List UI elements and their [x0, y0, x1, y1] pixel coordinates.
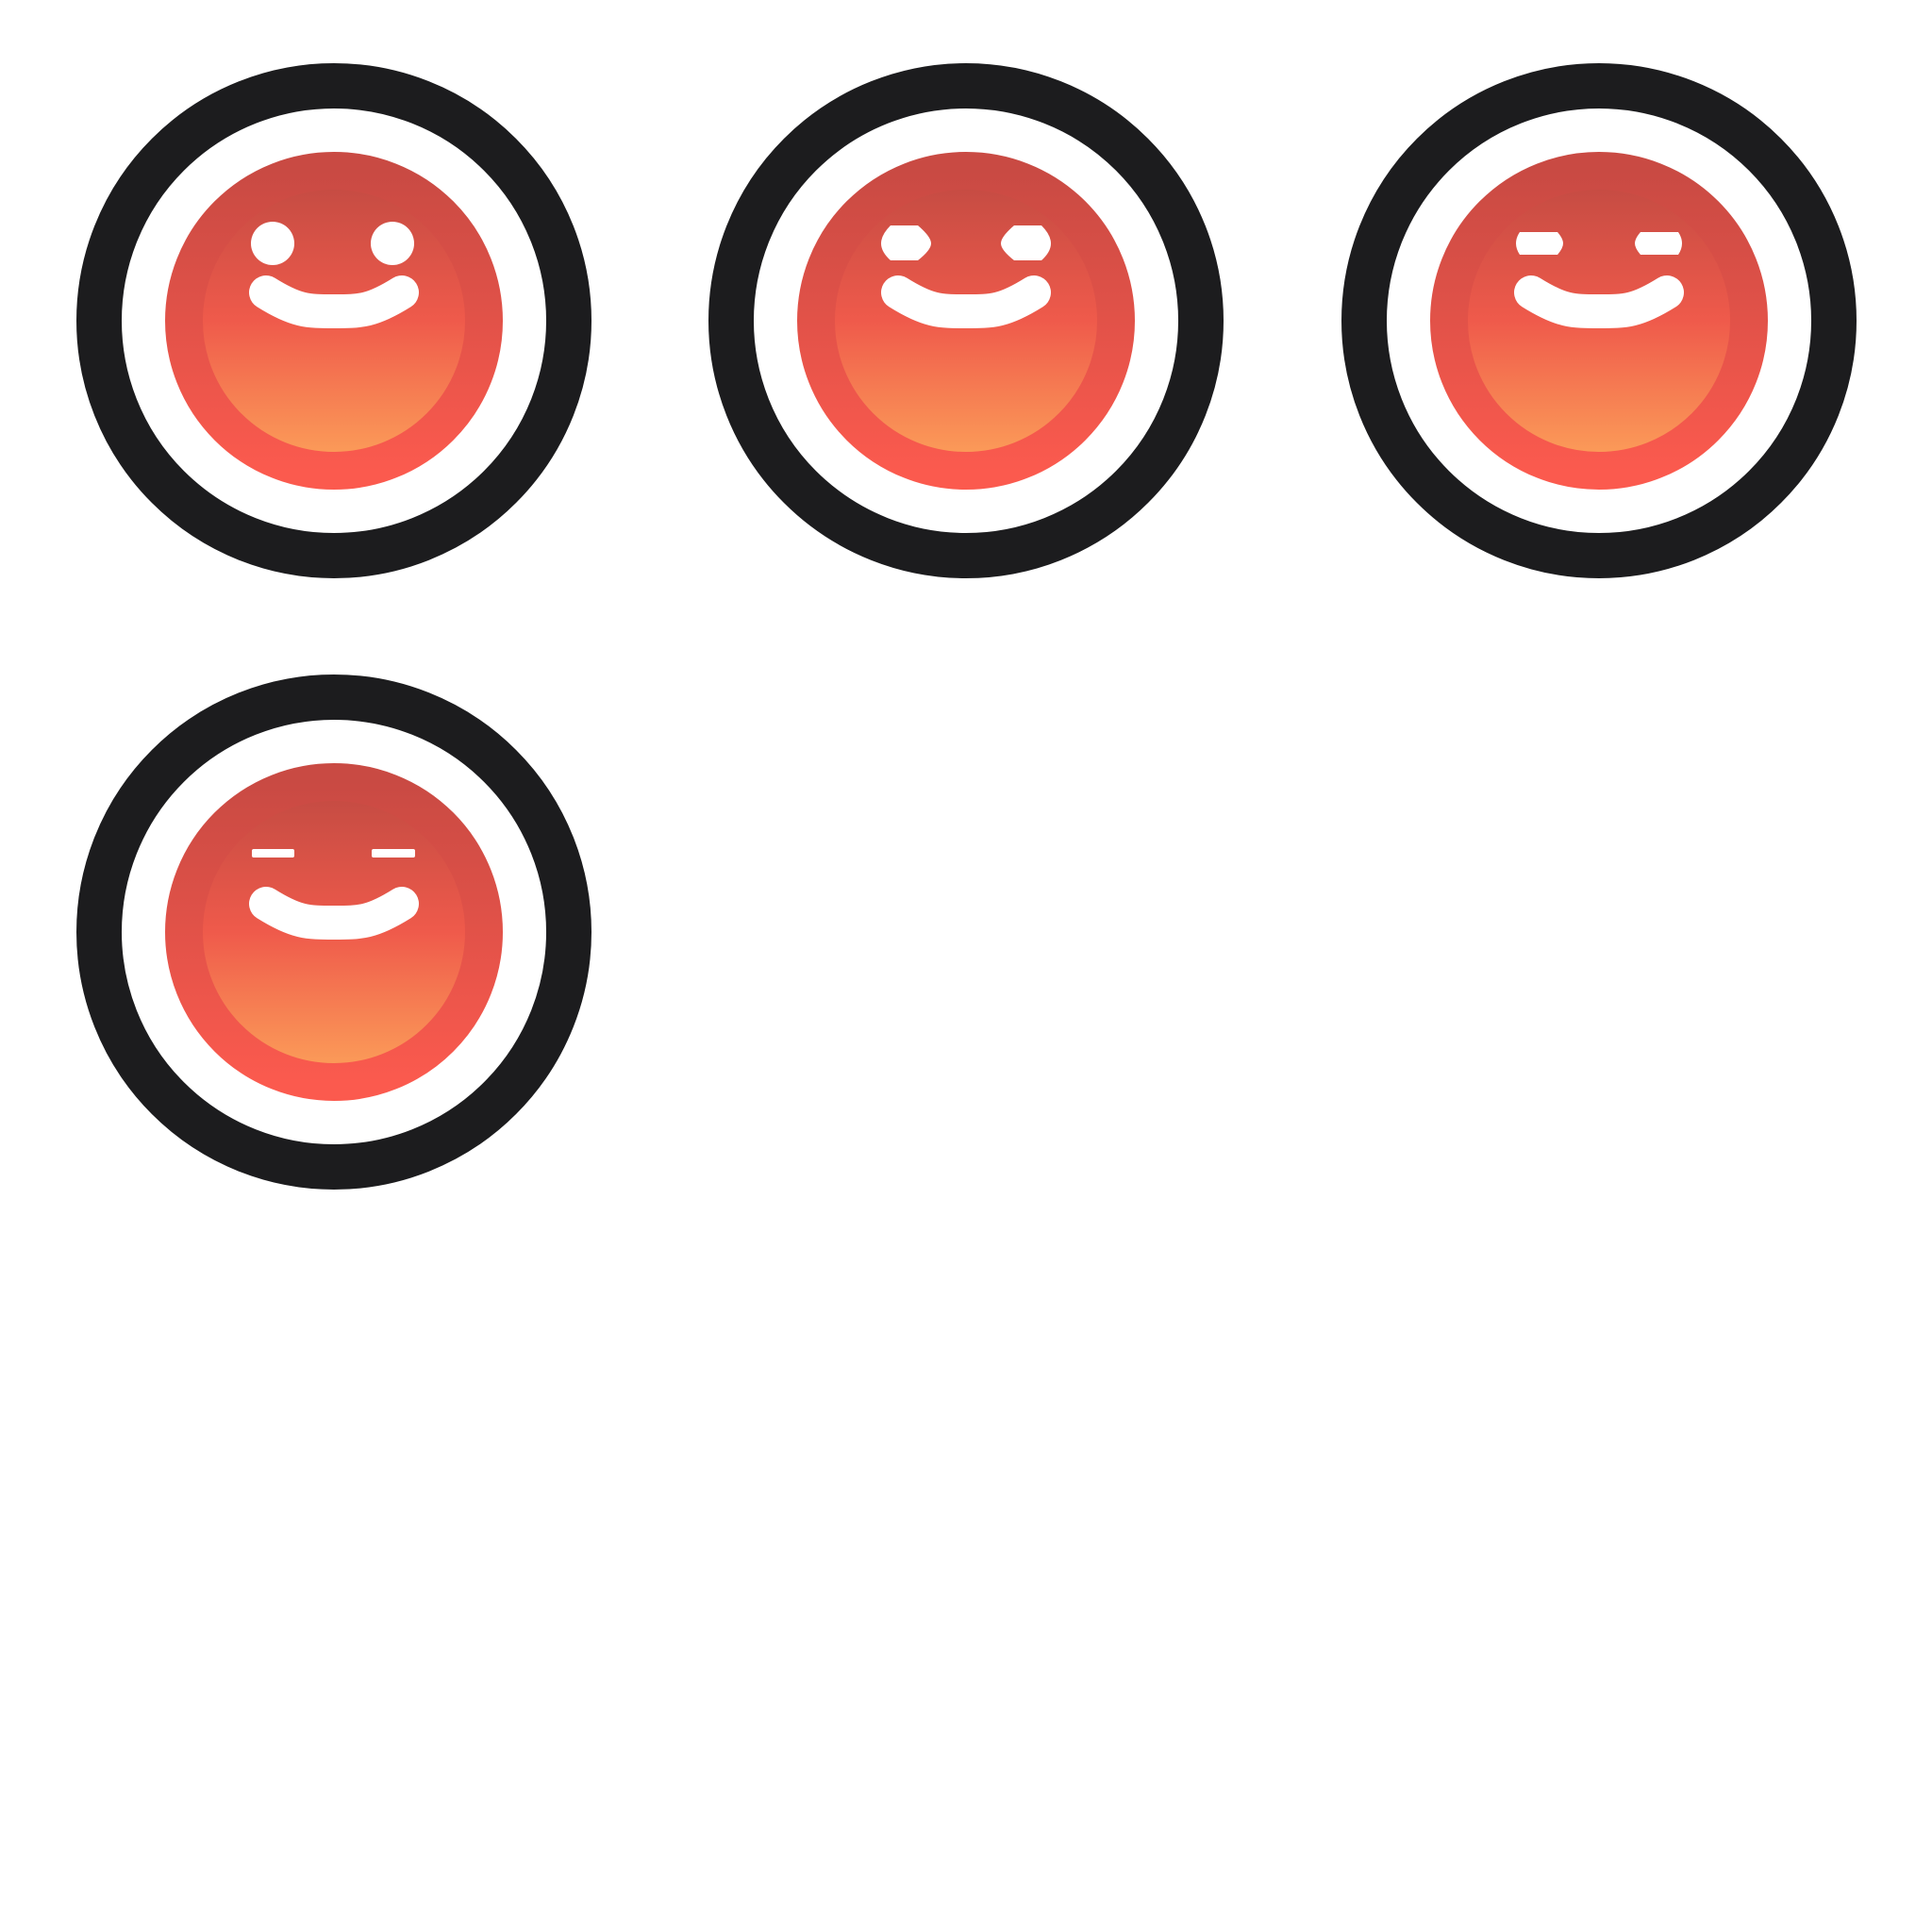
smiley-eyes-closed-icon	[76, 675, 591, 1190]
smile-mouth	[249, 275, 419, 329]
smile-mouth	[1514, 275, 1684, 329]
smiley-eyes-squinting-icon	[1341, 63, 1857, 578]
left-eye	[252, 849, 294, 858]
smiley-eyes-open-icon	[76, 63, 591, 578]
right-eye	[371, 222, 414, 265]
left-eye	[1516, 232, 1563, 255]
emoji-sprite-sheet	[76, 63, 1857, 1190]
right-eye	[1635, 232, 1682, 255]
right-eye	[372, 849, 415, 858]
left-eye	[251, 222, 294, 265]
smile-mouth	[881, 275, 1051, 329]
smile-mouth	[249, 887, 419, 941]
smiley-eyes-narrowing-icon	[708, 63, 1224, 578]
